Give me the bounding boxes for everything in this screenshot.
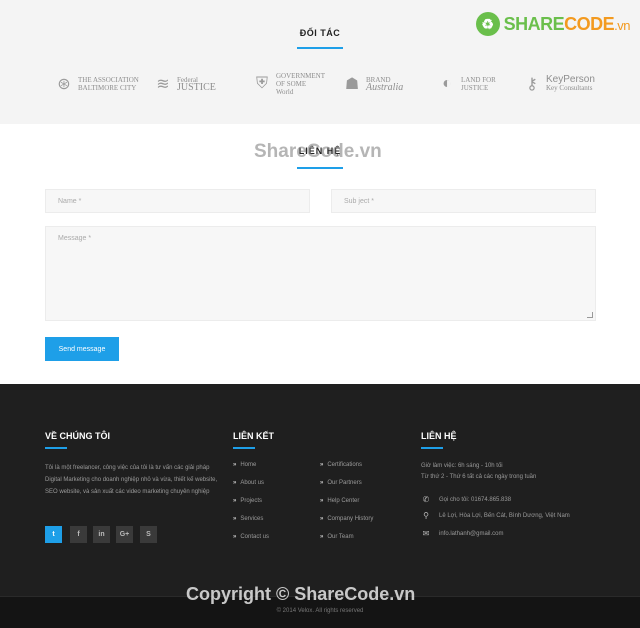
subject-input[interactable]: Sub ject *: [331, 189, 596, 213]
phone-icon: ✆: [422, 495, 430, 504]
name-input[interactable]: Name *: [45, 189, 310, 213]
footer-link-label: Projects: [240, 498, 263, 504]
footer-link-contact[interactable]: » Contact us: [233, 534, 269, 540]
contact-address: ⚲ Lê Lợi, Hòa Lợi, Bến Cát, Bình Dương, V…: [421, 511, 570, 520]
partner-logo-text: JUSTICE: [461, 84, 489, 92]
footer-link-label: Services: [240, 516, 264, 522]
shield-icon: ⛨: [255, 75, 268, 92]
footer-link-projects[interactable]: » Projects: [233, 498, 262, 504]
copyright-text: © 2014 Velox. All rights reserved: [276, 608, 364, 614]
globe-icon: ◐: [442, 75, 452, 92]
links-title: LIÊN KẾT: [233, 431, 275, 441]
footer-link-partners[interactable]: » Our Partners: [320, 480, 362, 486]
partner-logo-text: GOVERNMENT: [276, 72, 325, 80]
contact-title-underline: [297, 167, 343, 169]
footer-link-label: Contact us: [240, 534, 270, 540]
footer-link-services[interactable]: » Services: [233, 516, 263, 522]
sharecode-logo-icon: ♻: [475, 12, 500, 36]
sharecode-logo[interactable]: ♻ SHARECODE.vn: [475, 12, 631, 36]
chevron-right-icon: »: [233, 480, 237, 486]
partner-logo-government[interactable]: ⛨ GOVERNMENT OF SOME World: [252, 70, 325, 98]
footer-link-label: About us: [240, 480, 265, 486]
footer-link-history[interactable]: » Company History: [320, 516, 373, 522]
contact-phone: ✆ Gọi cho tôi: 01674.865.838: [421, 495, 511, 504]
skype-icon[interactable]: S: [140, 526, 157, 543]
key-icon: ⚷: [526, 76, 538, 93]
partner-logo-text: JUSTICE: [177, 82, 216, 93]
subject-placeholder: Sub ject *: [344, 198, 374, 205]
chevron-right-icon: »: [233, 498, 237, 504]
about-text: Tôi là một freelancer, công việc của tôi…: [45, 465, 218, 495]
partner-logo-text: World: [276, 88, 294, 96]
facebook-icon[interactable]: f: [70, 526, 87, 543]
map-marker-icon: ⚲: [423, 511, 429, 520]
copyright-watermark: Copyright © ShareCode.vn: [186, 584, 416, 604]
hours-line-2: Từ thứ 2 - Thứ 6 tất cả các ngày trong t…: [421, 474, 537, 480]
phone-text: Gọi cho tôi: 01674.865.838: [439, 496, 512, 503]
footer-contact-title: LIÊN HỆ: [421, 431, 457, 441]
partner-logo-land-for-justice[interactable]: ◐ LAND FOR JUSTICE: [437, 70, 496, 98]
footer-link-team[interactable]: » Our Team: [320, 534, 354, 540]
footer-link-help[interactable]: » Help Center: [320, 498, 359, 504]
partner-logo-justice[interactable]: ≋ Federal JUSTICE: [153, 70, 216, 98]
name-placeholder: Name *: [58, 198, 82, 205]
australia-map-icon: ☗: [344, 76, 360, 93]
flag-icon: ≋: [156, 76, 170, 93]
send-message-button[interactable]: Send message: [45, 337, 119, 361]
partner-logo-text: Australia: [366, 82, 404, 93]
chevron-right-icon: »: [320, 516, 324, 522]
partner-logos: ⊛ THE ASSOCIATION BALTIMORE CITY ≋ Federa…: [0, 70, 640, 100]
partner-logo-text: Key Consultants: [546, 84, 593, 92]
footer-link-home[interactable]: » Home: [233, 462, 256, 468]
twitter-icon[interactable]: t: [45, 526, 62, 543]
linkedin-icon[interactable]: in: [93, 526, 110, 543]
partner-logo-keyperson[interactable]: ⚷ KeyPerson Key Consultants: [522, 70, 595, 98]
brand-part1: SHARE: [503, 13, 565, 34]
footer-link-label: Home: [240, 462, 257, 468]
seal-icon: ⊛: [57, 76, 71, 93]
footer-link-label: Our Partners: [327, 480, 362, 486]
about-title-underline: [45, 447, 67, 449]
google-plus-icon[interactable]: G+: [116, 526, 133, 543]
footer-link-label: Our Team: [327, 534, 354, 540]
partner-logo-australia[interactable]: ☗ BRAND Australia: [342, 70, 403, 98]
about-title: VỀ CHÚNG TÔI: [45, 431, 111, 441]
chevron-right-icon: »: [320, 480, 324, 486]
brand-suffix: .vn: [614, 17, 630, 33]
partner-logo-text: OF SOME: [276, 80, 307, 88]
links-title-underline: [233, 447, 255, 449]
chevron-right-icon: »: [320, 462, 324, 468]
working-hours: Giờ làm việc: 6h sáng - 10h tối Từ thứ 2 …: [421, 461, 536, 483]
sharecode-logo-text: SHARECODE.vn: [503, 13, 631, 35]
chevron-right-icon: »: [320, 534, 324, 540]
chevron-right-icon: »: [320, 498, 324, 504]
footer-link-label: Help Center: [327, 498, 360, 504]
partner-logo-text: THE ASSOCIATION: [78, 76, 139, 84]
footer-link-about[interactable]: » About us: [233, 480, 264, 486]
hours-line-1: Giờ làm việc: 6h sáng - 10h tối: [421, 463, 503, 469]
resize-handle-icon[interactable]: [587, 312, 593, 318]
watermark-text: ShareCode.vn: [254, 141, 382, 162]
footer-link-label: Certifications: [327, 462, 363, 468]
address-text: Lê Lợi, Hòa Lợi, Bến Cát, Bình Dương, Vi…: [439, 512, 570, 519]
partner-logo-text: BALTIMORE CITY: [78, 84, 137, 92]
message-textarea[interactable]: Message *: [45, 226, 596, 321]
partner-logo-text: LAND FOR: [461, 76, 496, 84]
email-text: info.lathanh@gmail.com: [439, 530, 504, 537]
chevron-right-icon: »: [233, 462, 237, 468]
footer-link-label: Company History: [327, 516, 374, 522]
chevron-right-icon: »: [233, 516, 237, 522]
footer-link-certifications[interactable]: » Certifications: [320, 462, 362, 468]
brand-part2: CODE: [564, 13, 615, 34]
envelope-icon: ✉: [422, 529, 430, 538]
contact-email[interactable]: ✉ info.lathanh@gmail.com: [421, 529, 504, 538]
footer-contact-title-underline: [421, 447, 443, 449]
message-placeholder: Message *: [58, 235, 92, 242]
partner-logo-association[interactable]: ⊛ THE ASSOCIATION BALTIMORE CITY: [54, 70, 139, 98]
chevron-right-icon: »: [233, 534, 237, 540]
partners-title-underline: [297, 47, 343, 49]
